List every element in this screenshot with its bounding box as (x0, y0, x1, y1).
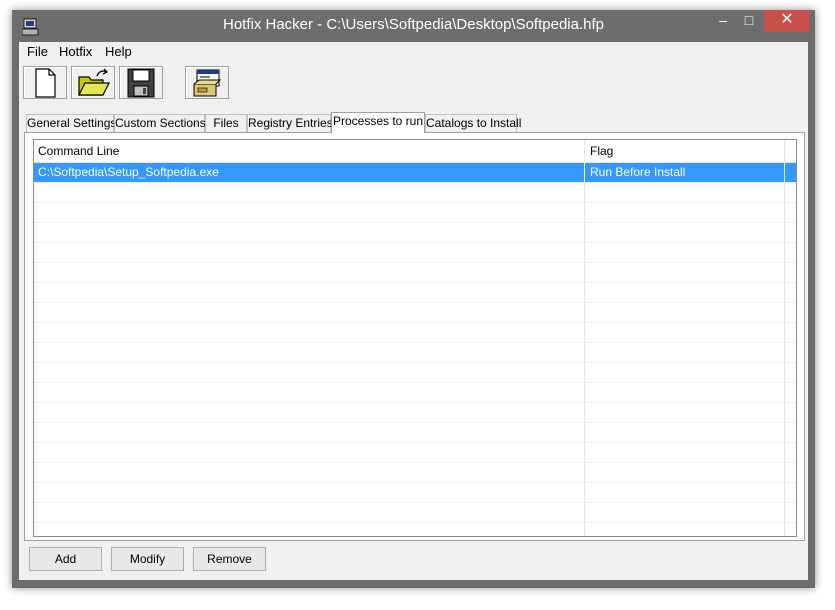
title-bar[interactable]: Hotfix Hacker - C:\Users\Softpedia\Deskt… (12, 10, 815, 42)
save-disk-icon (127, 68, 155, 98)
empty-list-row (34, 423, 796, 443)
save-button[interactable] (119, 66, 163, 99)
column-header-flag[interactable]: Flag (590, 144, 613, 158)
open-button[interactable] (71, 66, 115, 99)
row-divider (584, 243, 585, 262)
tab-strip: General Settings Custom Sections Files R… (19, 112, 808, 133)
empty-list-row (34, 523, 796, 536)
row-divider (584, 383, 585, 402)
empty-list-row (34, 183, 796, 203)
empty-list-row (34, 383, 796, 403)
tab-custom-sections[interactable]: Custom Sections (114, 114, 206, 132)
remove-button[interactable]: Remove (193, 547, 266, 571)
row-divider (584, 223, 585, 242)
process-list[interactable]: Command Line Flag C:\Softpedia\Setup_Sof… (33, 139, 797, 537)
column-header-command-line[interactable]: Command Line (38, 144, 119, 158)
list-header: Command Line Flag (34, 140, 796, 163)
menu-file[interactable]: File (27, 44, 48, 59)
row-divider (584, 483, 585, 502)
row-divider (584, 263, 585, 282)
empty-list-row (34, 503, 796, 523)
empty-list-row (34, 303, 796, 323)
new-document-icon (35, 68, 56, 98)
row-flag: Run Before Install (590, 165, 686, 179)
empty-list-row (34, 343, 796, 363)
empty-list-row (34, 223, 796, 243)
build-package-icon (193, 69, 222, 97)
empty-list-row (34, 443, 796, 463)
empty-list-row (34, 243, 796, 263)
menu-help[interactable]: Help (105, 44, 132, 59)
row-divider (584, 163, 585, 182)
empty-list-row (34, 403, 796, 423)
new-button[interactable] (23, 66, 67, 99)
maximize-button[interactable]: □ (736, 10, 762, 32)
toolbar (19, 64, 808, 104)
row-divider (584, 423, 585, 442)
list-row[interactable]: C:\Softpedia\Setup_Softpedia.exe Run Bef… (34, 163, 796, 183)
modify-button[interactable]: Modify (111, 547, 184, 571)
row-divider (584, 203, 585, 222)
add-button[interactable]: Add (29, 547, 102, 571)
empty-list-row (34, 323, 796, 343)
open-folder-icon (78, 68, 110, 96)
row-divider (584, 283, 585, 302)
empty-list-row (34, 263, 796, 283)
row-command-line: C:\Softpedia\Setup_Softpedia.exe (38, 165, 219, 179)
tab-registry-entries[interactable]: Registry Entries (247, 114, 333, 132)
list-rows: C:\Softpedia\Setup_Softpedia.exe Run Bef… (34, 163, 796, 536)
empty-list-row (34, 203, 796, 223)
empty-list-row (34, 283, 796, 303)
tab-panel: Command Line Flag C:\Softpedia\Setup_Sof… (24, 132, 805, 541)
row-divider (584, 363, 585, 382)
row-divider (584, 323, 585, 342)
window-title: Hotfix Hacker - C:\Users\Softpedia\Deskt… (222, 16, 604, 33)
empty-list-row (34, 363, 796, 383)
row-divider (584, 523, 585, 536)
app-window: Hotfix Hacker - C:\Users\Softpedia\Deskt… (12, 10, 815, 588)
column-divider[interactable] (584, 140, 585, 162)
row-divider (584, 183, 585, 202)
menu-bar: File Hotfix Help (19, 42, 808, 62)
row-divider (584, 303, 585, 322)
menu-hotfix[interactable]: Hotfix (59, 44, 92, 59)
build-button[interactable] (185, 66, 229, 99)
tab-files[interactable]: Files (205, 114, 247, 132)
row-divider (584, 443, 585, 462)
row-divider (584, 403, 585, 422)
empty-list-row (34, 483, 796, 503)
row-divider (584, 463, 585, 482)
tab-general-settings[interactable]: General Settings (26, 114, 116, 132)
row-divider (584, 343, 585, 362)
client-area: File Hotfix Help General Settings Custom… (19, 42, 808, 580)
grid-line (784, 140, 785, 536)
tab-processes-to-run[interactable]: Processes to run (331, 112, 425, 133)
tab-catalogs-to-install[interactable]: Catalogs to Install (425, 114, 521, 132)
close-button[interactable]: ✕ (764, 10, 810, 32)
empty-list-row (34, 463, 796, 483)
row-divider (584, 503, 585, 522)
minimize-button[interactable]: – (710, 10, 736, 32)
